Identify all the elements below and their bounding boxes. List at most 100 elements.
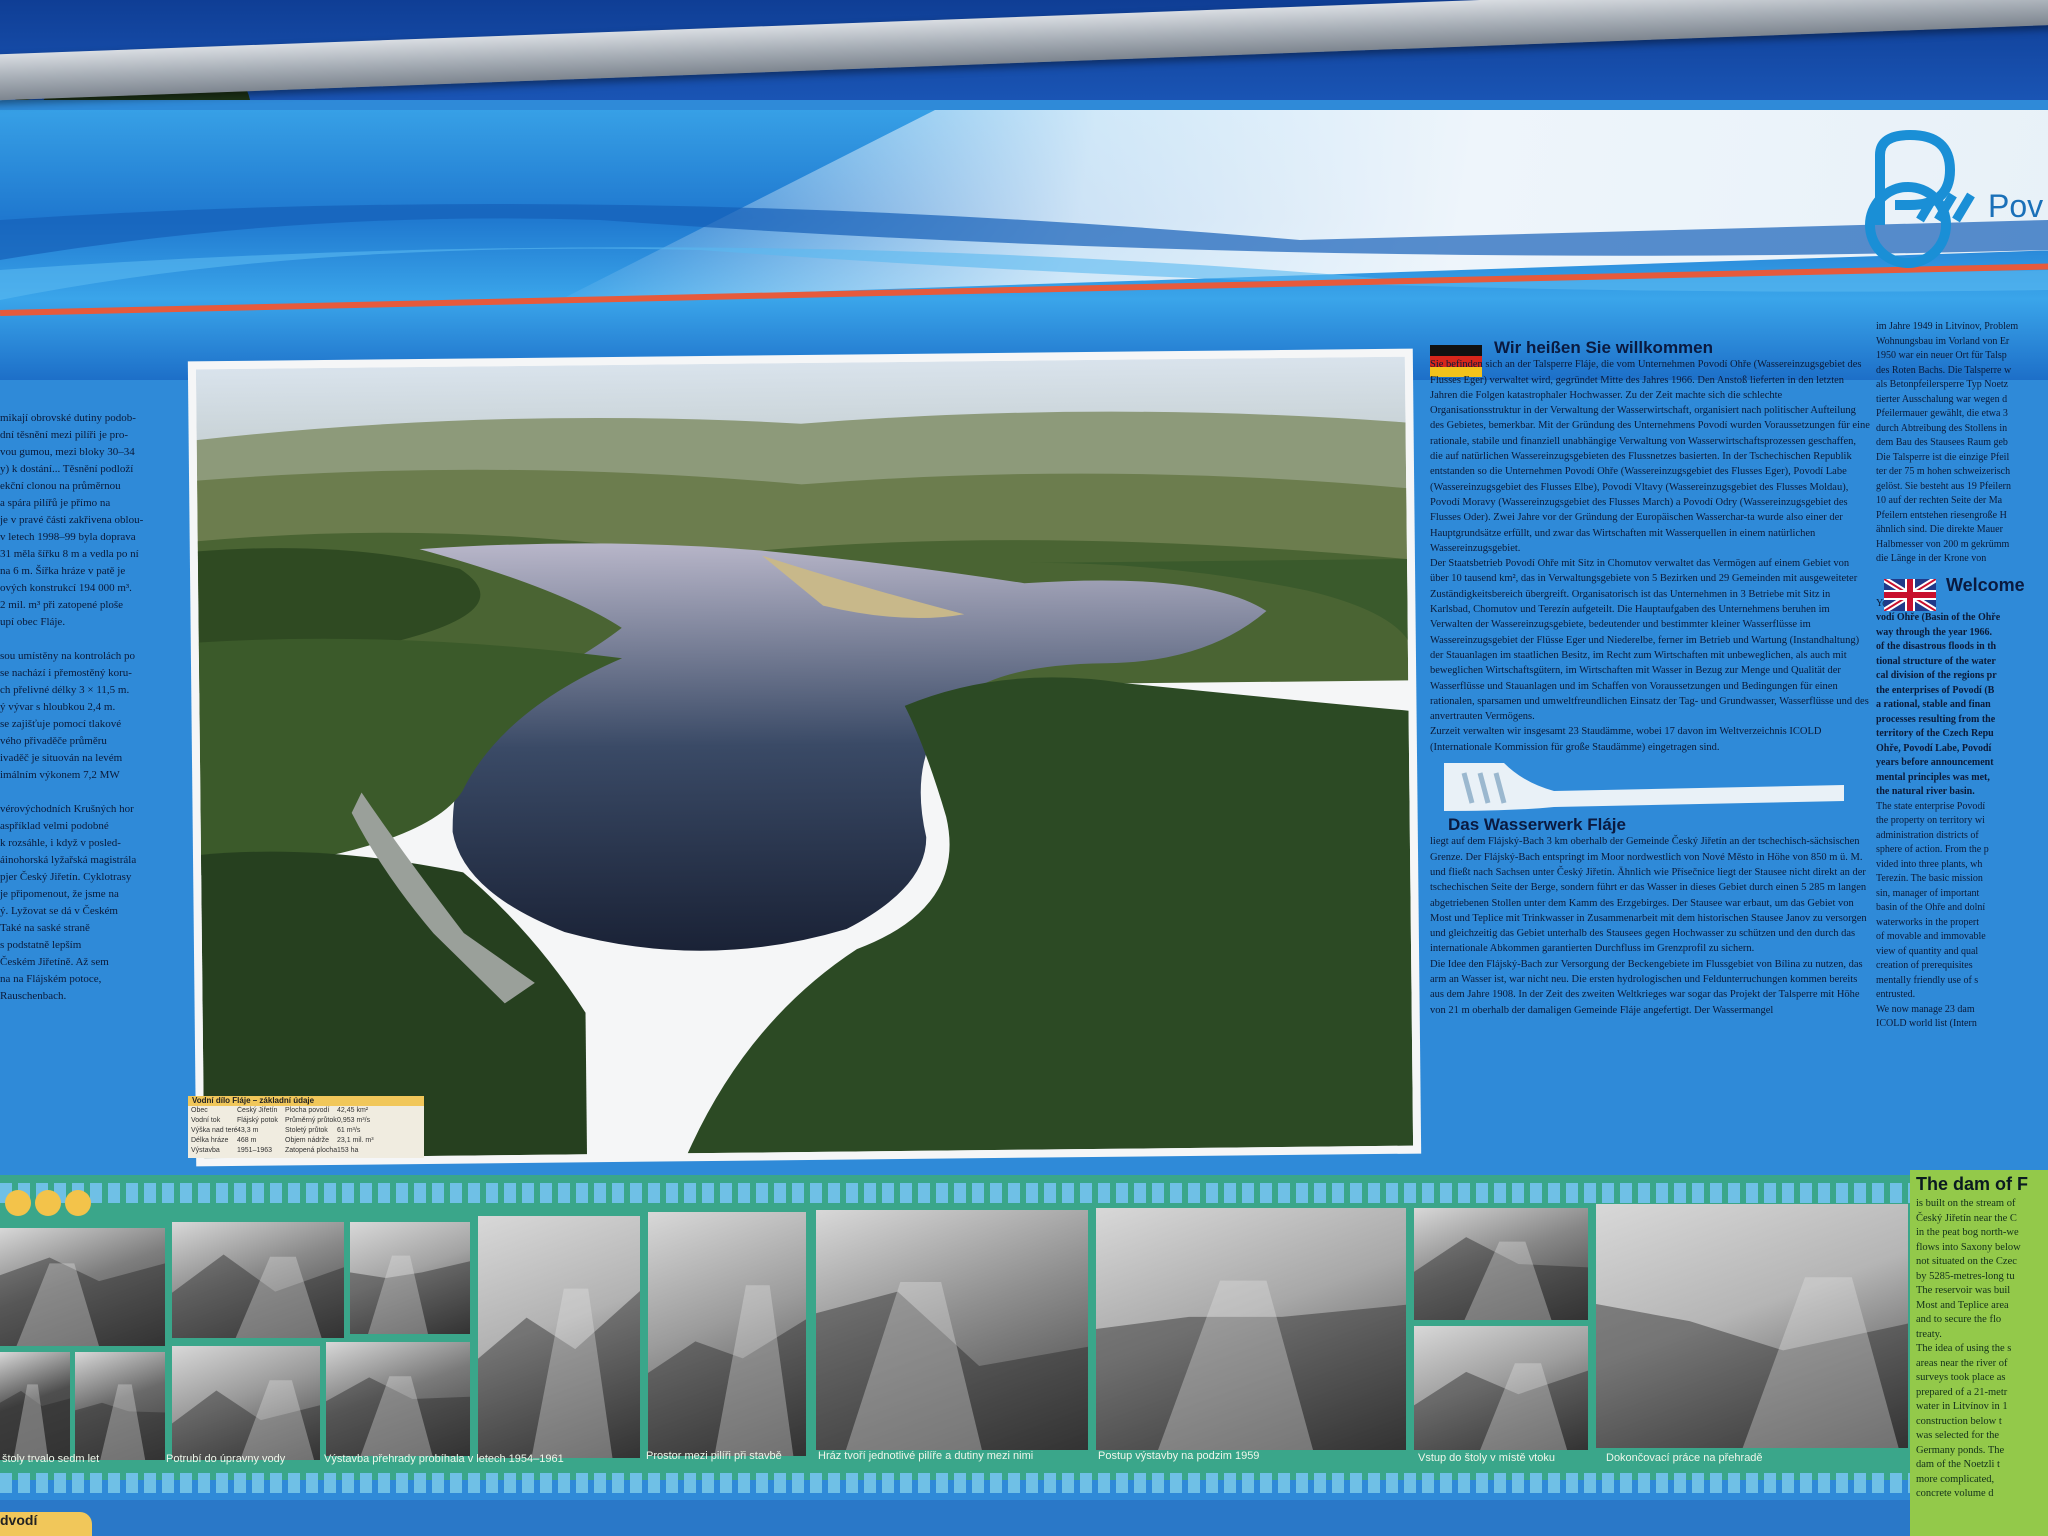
english-text-line: tional structure of the water	[1876, 655, 1996, 667]
english-text-line: entrusted.	[1876, 989, 1916, 1000]
english-text-line: a rational, stable and finan	[1876, 699, 1991, 710]
bottom-tag: dvodí	[0, 1512, 92, 1536]
dam-panel-line: The idea of using the s	[1916, 1343, 2012, 1354]
basic-data-cell: 153 ha	[337, 1147, 359, 1154]
czech-text-line: ch přelivné délky 3 × 11,5 m.	[0, 684, 130, 696]
basic-data-row: Obec Český Jiřetín Plocha povodí 42,45 km²	[188, 1106, 424, 1116]
czech-text-line: a spára pilířů je přímo na	[0, 497, 111, 509]
basic-data-cell: Vodní tok	[191, 1117, 221, 1124]
construction-photo	[478, 1216, 640, 1458]
dam-panel-line: by 5285-metres-long tu	[1916, 1270, 2015, 1282]
basic-data-cell: 0,953 m³/s	[337, 1117, 371, 1124]
construction-photo	[1596, 1204, 1908, 1448]
german-continuation-line: des Roten Bachs. Die Talsperre w	[1876, 364, 2012, 376]
czech-text-line: Českém Jiřetíně. Až sem	[0, 956, 109, 968]
czech-text-line: y) k dostání... Těsnění podloží	[0, 463, 134, 475]
czech-text-line: 31 měla šířku 8 m a vedla po ní	[0, 548, 139, 560]
german-continuation-line: Halbmesser von 200 m gekrümm	[1876, 538, 2010, 550]
basic-data-cell: 43,3 m	[237, 1127, 259, 1134]
basic-data-row: Výstavba 1951–1963 Zatopená plocha 153 ha	[188, 1146, 424, 1156]
english-text-line: the natural river basin.	[1876, 786, 1975, 797]
dam-panel-line: not situated on the Czec	[1916, 1256, 2017, 1267]
basic-data-cell: 61 m³/s	[337, 1127, 361, 1134]
english-text-line: vided into three plants, wh	[1876, 858, 1983, 870]
construction-photo	[172, 1346, 320, 1460]
basic-data-cell: 1951–1963	[237, 1147, 273, 1154]
czech-text-line: ových konstrukcí 194 000 m³.	[0, 582, 132, 594]
english-text-line: cal division of the regions pr	[1876, 670, 1997, 681]
bottom-strip	[0, 1500, 1910, 1536]
dam-panel-line: Český Jiřetín near the C	[1916, 1212, 2017, 1224]
dam-panel-line: areas near the river of	[1916, 1357, 2008, 1369]
photo-caption: Vstup do štoly v místě vtoku	[1418, 1452, 1555, 1464]
dam-panel-line: treaty.	[1916, 1328, 1942, 1340]
german-continuation-line: durch Abtreibung des Stollens in	[1876, 422, 2008, 434]
photo-caption: štoly trvalo sedm let	[2, 1453, 100, 1465]
english-text-line: waterworks in the propert	[1876, 916, 1980, 928]
construction-photo	[816, 1210, 1088, 1450]
german-continuation-line: die Länge in der Krone von	[1876, 553, 1987, 564]
dam-panel-text: is built on the stream of Český Jiřetín n…	[1910, 1197, 2048, 1502]
construction-photo	[326, 1342, 470, 1456]
english-text-line: sin, manager of important	[1876, 887, 1980, 899]
film-perforation-top	[0, 1183, 1910, 1203]
english-text-line: mentally friendly use of s	[1876, 974, 1979, 986]
basic-data-cell: Průměrný průtok	[285, 1117, 337, 1124]
german-continuation-line: 1950 war ein neuer Ort für Talsp	[1876, 350, 2007, 361]
dam-panel-line: construction below t	[1916, 1415, 2002, 1427]
czech-text-line: aspříklad velmi podobné	[0, 820, 109, 832]
photo-caption: Prostor mezi pilíři při stavbě	[646, 1450, 782, 1462]
czech-text-line: se nachází i přemostěný koru-	[0, 667, 132, 679]
english-text-line: of movable and immovable	[1876, 931, 1986, 942]
german-paragraph-4: liegt auf dem Flájský-Bach 3 km oberhalb…	[1430, 836, 1867, 955]
german-continuation-line: gelöst. Sie besteht aus 19 Pfeilern	[1876, 480, 2011, 492]
dam-panel-line: The reservoir was buil	[1916, 1285, 2011, 1296]
czech-text-line: k rozsáhle, i když v posled-	[0, 837, 121, 849]
german-continuation-line: Pfeilern entstehen riesengroße H	[1876, 509, 2007, 521]
basic-data-row: Délka hráze 468 m Objem nádrže 23,1 mil. m³	[188, 1136, 424, 1146]
uk-flag-icon	[1882, 575, 1938, 614]
czech-text-line: upí obec Fláje.	[0, 616, 66, 628]
english-text-line: years before announcement	[1876, 757, 1994, 768]
czech-text-line: Také na saské straně	[0, 922, 90, 934]
dam-panel-line: and to secure the flo	[1916, 1314, 2002, 1325]
construction-photo	[1096, 1208, 1406, 1450]
german-continuation-line: als Betonpfeilersperre Typ Noetz	[1876, 379, 2009, 390]
czech-text-line: je v pravé části zakřivena oblou-	[0, 514, 144, 526]
english-text-line: vodí Ohře (Basin of the Ohře	[1876, 612, 2001, 623]
english-text-line: The state enterprise Povodí	[1876, 800, 1986, 812]
czech-text-line: vérovýchodních Krušných hor	[0, 803, 134, 815]
czech-text-line: v letech 1998–99 byla doprava	[0, 531, 136, 543]
english-text-line: territory of the Czech Repu	[1876, 728, 1994, 739]
basic-data-title: Vodní dílo Fláje – základní údaje	[192, 1096, 315, 1105]
dam-panel-line: in the peat bog north-we	[1916, 1227, 2019, 1238]
photo-caption: Hráz tvoří jednotlivé pilíře a dutiny me…	[818, 1450, 1034, 1462]
dam-panel-line: concrete volume d	[1916, 1488, 1994, 1499]
dam-panel-line: dam of the Noetzli t	[1916, 1459, 2000, 1470]
basic-data-cell: Objem nádrže	[285, 1137, 329, 1144]
dam-panel-line: flows into Saxony below	[1916, 1241, 2021, 1253]
dot-icon	[5, 1190, 31, 1216]
czech-text-line: mikají obrovské dutiny podob-	[0, 412, 136, 424]
basic-data-box: Vodní dílo Fláje – základní údaje Obec Če…	[188, 1096, 424, 1158]
english-text-column: im Jahre 1949 in Litvínov, Problem Wohnun…	[1876, 320, 2048, 1120]
english-text: You are just ovodí Ohře (Basin of the Oh…	[1876, 597, 2048, 1032]
photo-caption: Dokončovací práce na přehradě	[1606, 1452, 1763, 1464]
basic-data-row: Výška nad terénem43,3 m Stoletý průtok 61 …	[188, 1126, 424, 1136]
german-continuation-line: Pfeilermauer gewählt, die etwa 3	[1876, 408, 2008, 419]
english-text-line: the property on territory wi	[1876, 815, 1985, 826]
german-paragraph-2: Der Staatsbetrieb Povodí Ohře mit Sitz i…	[1430, 558, 1869, 723]
german-continuation-line: ähnlich sind. Die direkte Mauer	[1876, 524, 2003, 535]
english-text-line: Terezín. The basic mission	[1876, 873, 1983, 884]
czech-text-line: s podstatně lepším	[0, 939, 82, 951]
czech-text-column: mikají obrovské dutiny podob-dní těsnění…	[0, 410, 180, 1050]
english-text-line: view of quantity and qual	[1876, 945, 1979, 957]
english-text-line: mental principles was met,	[1876, 771, 1990, 783]
czech-text-line: na 6 m. Šířka hráze v patě je	[0, 565, 126, 577]
dam-panel-line: prepared of a 21-metr	[1916, 1386, 2008, 1398]
czech-text-line: dní těsnění mezi pilíři je pro-	[0, 429, 128, 441]
construction-photo	[1414, 1208, 1588, 1320]
construction-photo	[1414, 1326, 1588, 1450]
czech-text-line: na na Flájském potoce,	[0, 973, 102, 985]
dam-panel-title: The dam of F	[1916, 1174, 2028, 1194]
